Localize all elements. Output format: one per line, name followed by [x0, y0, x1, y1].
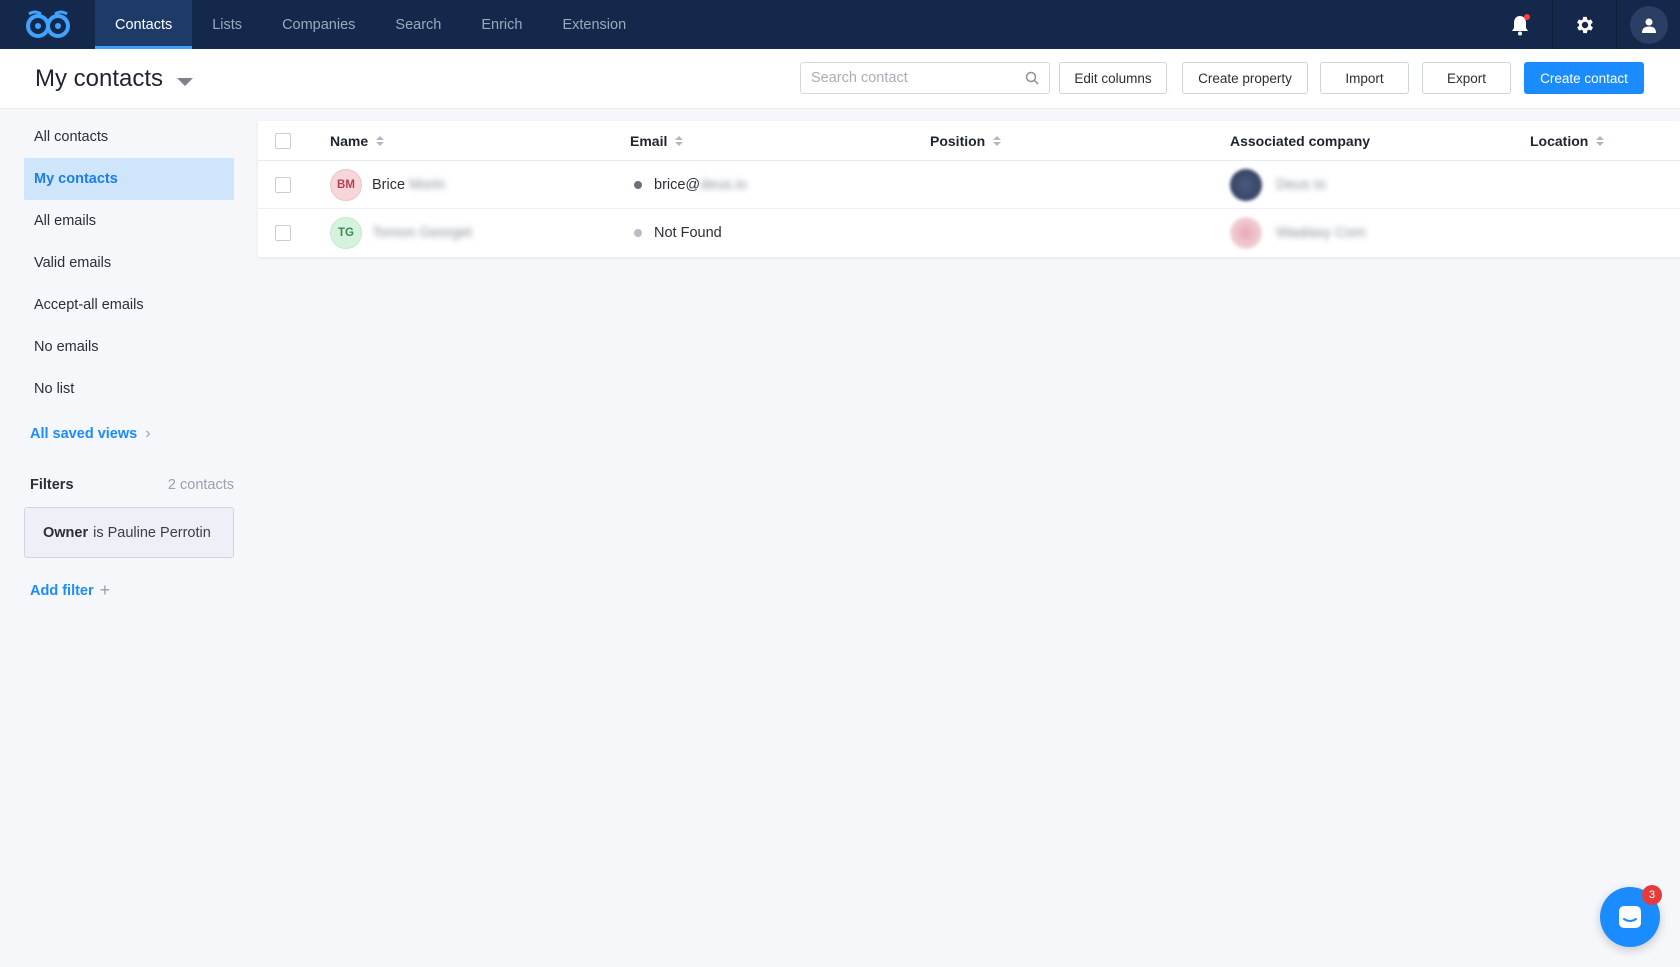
table-header: Name Email Position Associated company L… — [258, 121, 1680, 161]
add-filter-label: Add filter — [30, 582, 94, 599]
sort-icon — [675, 135, 684, 146]
filters-label: Filters — [30, 477, 74, 493]
row-checkbox-cell — [275, 209, 291, 257]
email-status-dot — [634, 180, 642, 189]
sidebar-item-no-list[interactable]: No list — [24, 368, 234, 410]
column-header-associated-company[interactable]: Associated company — [1230, 121, 1370, 160]
table-row[interactable]: BM Brice Morin brice@ deus.io Deus Io — [258, 161, 1680, 209]
sidebar-item-valid-emails[interactable]: Valid emails — [24, 242, 234, 284]
sidebar: All contacts My contacts All emails Vali… — [24, 116, 234, 410]
contacts-count: 2 contacts — [167, 477, 234, 493]
owl-logo-icon[interactable] — [0, 0, 95, 49]
column-position-label: Position — [930, 132, 986, 149]
email-cell[interactable]: Not Found — [634, 209, 722, 257]
all-saved-views-link[interactable]: All saved views › — [30, 425, 151, 443]
company-logo — [1230, 168, 1262, 201]
tab-lists[interactable]: Lists — [192, 0, 262, 49]
create-property-button[interactable]: Create property — [1182, 62, 1308, 94]
contacts-table: Name Email Position Associated company L… — [258, 121, 1680, 257]
contact-first-name: Brice — [372, 176, 406, 193]
all-saved-views-label: All saved views — [30, 426, 138, 442]
sidebar-item-no-emails[interactable]: No emails — [24, 326, 234, 368]
tab-search[interactable]: Search — [375, 0, 461, 49]
sidebar-item-my-contacts[interactable]: My contacts — [24, 158, 234, 200]
contact-name: Tomon Georget — [372, 225, 472, 241]
notifications-button[interactable] — [1488, 0, 1552, 49]
avatar: TG — [330, 217, 362, 249]
edit-columns-button[interactable]: Edit columns — [1059, 62, 1167, 94]
company-logo — [1230, 217, 1262, 249]
avatar — [1629, 5, 1668, 44]
notification-dot — [1524, 14, 1530, 20]
chat-icon — [1619, 906, 1641, 928]
tab-companies[interactable]: Companies — [262, 0, 375, 49]
gear-icon — [1576, 16, 1593, 33]
filter-owner-chip[interactable]: Owner is Pauline Perrotin — [24, 507, 234, 558]
email-cell[interactable]: brice@ deus.io — [634, 161, 747, 208]
row-checkbox[interactable] — [275, 225, 291, 241]
chevron-down-icon[interactable] — [177, 77, 194, 86]
table-row[interactable]: TG Tomon Georget Not Found Waalaxy Com — [258, 209, 1680, 257]
tab-extension[interactable]: Extension — [542, 0, 646, 49]
column-company-label: Associated company — [1230, 132, 1371, 149]
sidebar-item-all-contacts[interactable]: All contacts — [24, 116, 234, 158]
sort-icon — [376, 135, 385, 146]
email-domain: deus.io — [700, 176, 747, 193]
name-cell[interactable]: BM Brice Morin — [330, 161, 445, 208]
page-title: My contacts — [35, 64, 164, 92]
search-contact-field[interactable] — [800, 62, 1050, 94]
user-icon — [1641, 18, 1656, 33]
name-cell[interactable]: TG Tomon Georget — [330, 209, 472, 257]
sort-icon — [1596, 135, 1605, 146]
import-button[interactable]: Import — [1320, 62, 1409, 94]
chevron-right-icon: › — [145, 425, 151, 442]
filters-header: Filters 2 contacts — [30, 477, 234, 493]
company-name: Waalaxy Com — [1276, 225, 1366, 241]
column-header-position[interactable]: Position — [930, 121, 1002, 160]
sort-icon — [993, 135, 1002, 146]
create-contact-button[interactable]: Create contact — [1524, 62, 1644, 94]
email-prefix: brice@ — [654, 176, 701, 193]
company-name: Deus Io — [1276, 176, 1326, 193]
column-email-label: Email — [630, 132, 668, 149]
header-bar: My contacts Edit columns Create property… — [0, 49, 1680, 109]
filter-value: is Pauline Perrotin — [93, 524, 211, 541]
tab-contacts[interactable]: Contacts — [95, 0, 193, 49]
account-button[interactable] — [1616, 0, 1680, 49]
sidebar-item-all-emails[interactable]: All emails — [24, 200, 234, 242]
column-location-label: Location — [1530, 132, 1589, 149]
company-cell[interactable]: Waalaxy Com — [1230, 209, 1366, 257]
plus-icon: + — [99, 580, 111, 600]
avatar: BM — [330, 168, 362, 201]
select-all-checkbox[interactable] — [275, 132, 291, 149]
row-checkbox-cell — [275, 161, 291, 208]
email-status: Not Found — [654, 225, 722, 241]
top-nav: Contacts Lists Companies Search Enrich E… — [0, 0, 1680, 49]
search-input[interactable] — [811, 70, 1025, 86]
column-name-label: Name — [330, 132, 369, 149]
company-cell[interactable]: Deus Io — [1230, 161, 1326, 208]
settings-button[interactable] — [1552, 0, 1616, 49]
tab-enrich[interactable]: Enrich — [461, 0, 542, 49]
filter-field: Owner — [43, 524, 89, 541]
nav-right-tools — [1488, 0, 1680, 49]
email-status-dot — [634, 229, 642, 237]
chat-launcher-button[interactable]: 3 — [1600, 885, 1662, 947]
chat-unread-badge: 3 — [1642, 885, 1662, 905]
column-header-email[interactable]: Email — [630, 121, 684, 160]
column-header-location[interactable]: Location — [1530, 121, 1605, 160]
header-checkbox-cell — [275, 121, 291, 160]
sidebar-item-accept-all-emails[interactable]: Accept-all emails — [24, 284, 234, 326]
add-filter-button[interactable]: Add filter + — [30, 580, 110, 601]
column-header-name[interactable]: Name — [330, 121, 385, 160]
export-button[interactable]: Export — [1422, 62, 1511, 94]
row-checkbox[interactable] — [275, 176, 291, 193]
search-icon — [1025, 71, 1039, 85]
contact-last-name: Morin — [409, 176, 446, 193]
